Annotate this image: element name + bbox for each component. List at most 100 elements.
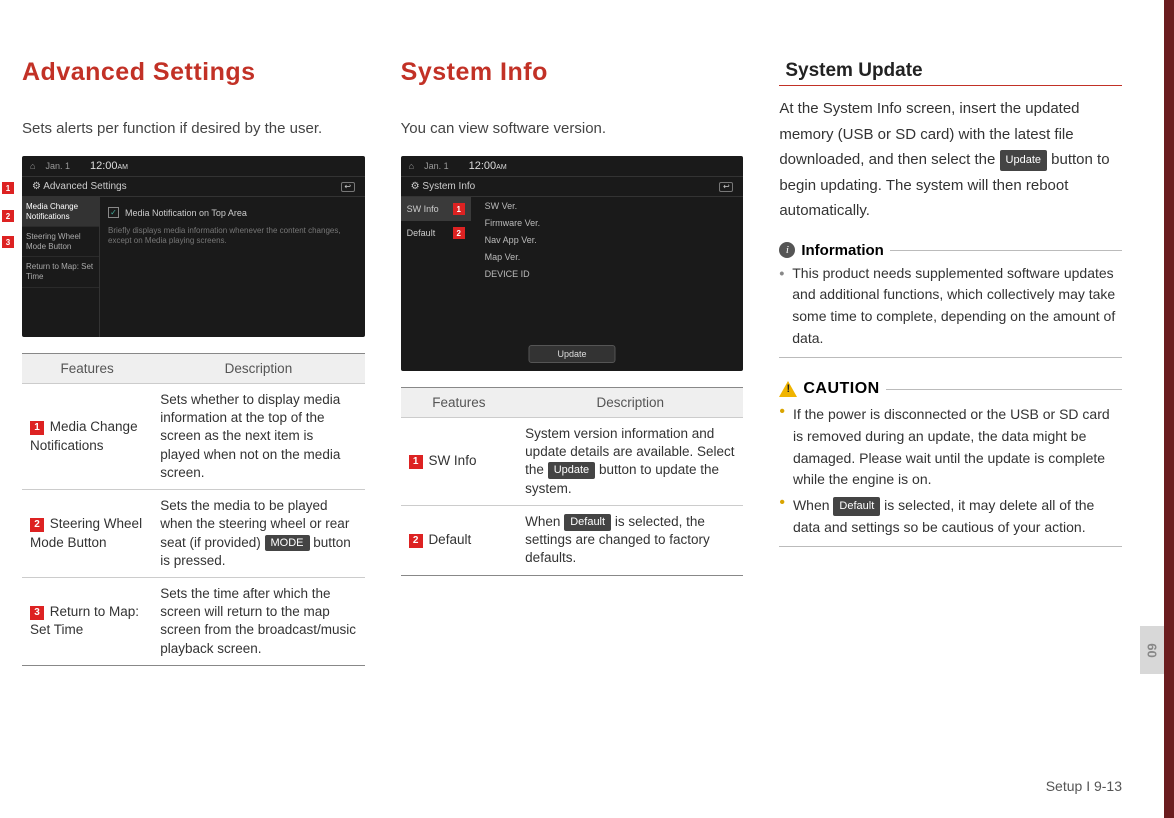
screenshot2-statusbar: ⌂ Jan. 1 12:00AM bbox=[401, 156, 744, 177]
feature-desc-1: Sets whether to display media informatio… bbox=[152, 384, 364, 490]
screenshot-description: Briefly displays media information whene… bbox=[108, 222, 357, 247]
screenshot-tab-swinfo: SW Info1 bbox=[401, 197, 471, 221]
checkbox-icon: ✓ bbox=[108, 207, 119, 218]
screenshot-statusbar: ⌂ Jan. 1 12:00AM bbox=[22, 156, 365, 177]
row-badge-1: 1 bbox=[30, 421, 44, 435]
system-update-body: At the System Info screen, insert the up… bbox=[779, 96, 1122, 224]
information-title: Information bbox=[801, 242, 884, 259]
information-heading: i Information bbox=[779, 242, 1122, 259]
table2-header-description: Description bbox=[517, 388, 743, 418]
caution-bullet-2: When Default is selected, it may delete … bbox=[793, 495, 1122, 538]
feature2-desc-1: System version information and update de… bbox=[517, 418, 743, 506]
feature2-desc-2: When Default is selected, the settings a… bbox=[517, 505, 743, 575]
feature-desc-2: Sets the media to be played when the ste… bbox=[152, 490, 364, 578]
feature-name-3: Return to Map: Set Time bbox=[30, 604, 139, 637]
section-tab-number: 09 bbox=[1145, 643, 1160, 657]
callout-badge-1: 1 bbox=[453, 203, 465, 215]
information-list: •This product needs supplemented softwar… bbox=[779, 263, 1122, 350]
screenshot-side-item-2: Steering Wheel Mode Button bbox=[22, 227, 99, 257]
gear-icon: ⚙ bbox=[32, 181, 41, 192]
screenshot2-title: System Info bbox=[422, 181, 475, 192]
page-footer: Setup I 9-13 bbox=[1046, 778, 1122, 794]
info-line: Map Ver. bbox=[485, 252, 736, 262]
home-icon: ⌂ bbox=[409, 161, 414, 171]
mode-button-chip: MODE bbox=[265, 535, 310, 552]
feature2-name-1: SW Info bbox=[428, 453, 476, 468]
screenshot-side-item-1: Media Change Notifications bbox=[22, 197, 99, 227]
caution-heading: CAUTION bbox=[779, 380, 1122, 398]
page-edge-stripe bbox=[1164, 0, 1174, 818]
bullet-icon: • bbox=[779, 263, 784, 350]
table-header-description: Description bbox=[152, 354, 364, 384]
screenshot-system-info: ⌂ Jan. 1 12:00AM ⚙ System Info ↩ SW Info… bbox=[401, 156, 744, 371]
divider bbox=[779, 546, 1122, 547]
feature-name-2: Steering Wheel Mode Button bbox=[30, 516, 142, 549]
divider bbox=[779, 357, 1122, 358]
caution-icon bbox=[779, 381, 797, 397]
screenshot2-ampm: AM bbox=[496, 164, 507, 171]
caution-title: CAUTION bbox=[803, 380, 879, 398]
feature-name-1: Media Change Notifications bbox=[30, 419, 138, 452]
table-row: 3 Return to Map: Set Time bbox=[22, 577, 152, 665]
default-button-chip: Default bbox=[564, 514, 611, 531]
feature-desc-3: Sets the time after which the screen wil… bbox=[152, 577, 364, 665]
callout-badge-2: 2 bbox=[453, 227, 465, 239]
screenshot-check-label: Media Notification on Top Area bbox=[125, 208, 247, 218]
screenshot-ampm: AM bbox=[118, 164, 129, 171]
section-tab: 09 bbox=[1140, 626, 1164, 674]
callout-badge-3: 3 bbox=[2, 236, 14, 248]
list-item: •If the power is disconnected or the USB… bbox=[779, 404, 1122, 491]
table-row: 2 Steering Wheel Mode Button bbox=[22, 490, 152, 578]
heading-advanced-settings: Advanced Settings bbox=[22, 58, 365, 87]
info-icon: i bbox=[779, 242, 795, 258]
table-row: 1 Media Change Notifications bbox=[22, 384, 152, 490]
caution-list: •If the power is disconnected or the USB… bbox=[779, 404, 1122, 538]
subheading-system-update: System Update bbox=[779, 60, 1122, 86]
info-line: SW Ver. bbox=[485, 201, 736, 211]
update-button-chip: Update bbox=[548, 462, 595, 479]
bullet-icon: • bbox=[779, 404, 785, 491]
feature2-name-2: Default bbox=[428, 532, 471, 547]
column-advanced-settings: Advanced Settings Sets alerts per functi… bbox=[22, 58, 365, 666]
back-icon: ↩ bbox=[719, 182, 733, 192]
table-row: 2 Default bbox=[401, 505, 518, 575]
table-header-features: Features bbox=[22, 354, 152, 384]
bullet-icon: • bbox=[779, 495, 785, 538]
row-badge-2: 2 bbox=[30, 518, 44, 532]
intro-system-info: You can view software version. bbox=[401, 115, 744, 142]
table-advanced-settings: Features Description 1 Media Change Noti… bbox=[22, 353, 365, 666]
column-system-update: System Update At the System Info screen,… bbox=[779, 58, 1122, 666]
row-badge-1: 1 bbox=[409, 455, 423, 469]
table2-header-features: Features bbox=[401, 388, 518, 418]
row-badge-3: 3 bbox=[30, 606, 44, 620]
divider bbox=[886, 389, 1122, 390]
list-item: •When Default is selected, it may delete… bbox=[779, 495, 1122, 538]
screenshot-title: Advanced Settings bbox=[43, 181, 126, 192]
back-icon: ↩ bbox=[341, 182, 355, 192]
screenshot-date: Jan. 1 bbox=[45, 161, 70, 171]
information-bullet-text: This product needs supplemented software… bbox=[792, 263, 1122, 350]
column-system-info: System Info You can view software versio… bbox=[401, 58, 744, 666]
info-line: Firmware Ver. bbox=[485, 218, 736, 228]
default-button-chip: Default bbox=[833, 497, 880, 516]
callout-badge-1: 1 bbox=[2, 182, 14, 194]
table-row: 1 SW Info bbox=[401, 418, 518, 506]
update-button-chip: Update bbox=[1000, 150, 1047, 171]
row-badge-2: 2 bbox=[409, 534, 423, 548]
caution-bullet-1: If the power is disconnected or the USB … bbox=[793, 404, 1122, 491]
screenshot-side-item-3: Return to Map: Set Time bbox=[22, 257, 99, 287]
table-system-info: Features Description 1 SW Info System ve… bbox=[401, 387, 744, 576]
info-line: Nav App Ver. bbox=[485, 235, 736, 245]
heading-system-info: System Info bbox=[401, 58, 744, 87]
callout-badge-2: 2 bbox=[2, 210, 14, 222]
screenshot-tab-default: Default2 bbox=[401, 221, 471, 245]
screenshot-advanced-settings: 1 2 3 ⌂ Jan. 1 12:00AM ⚙ Advanced Settin… bbox=[22, 156, 365, 337]
intro-advanced-settings: Sets alerts per function if desired by t… bbox=[22, 115, 365, 142]
gear-icon: ⚙ bbox=[411, 181, 420, 192]
screenshot-time: 12:00 bbox=[90, 160, 118, 172]
list-item: •This product needs supplemented softwar… bbox=[779, 263, 1122, 350]
home-icon: ⌂ bbox=[30, 161, 35, 171]
screenshot-update-button: Update bbox=[528, 345, 615, 363]
screenshot2-time: 12:00 bbox=[469, 160, 497, 172]
divider bbox=[890, 250, 1122, 251]
